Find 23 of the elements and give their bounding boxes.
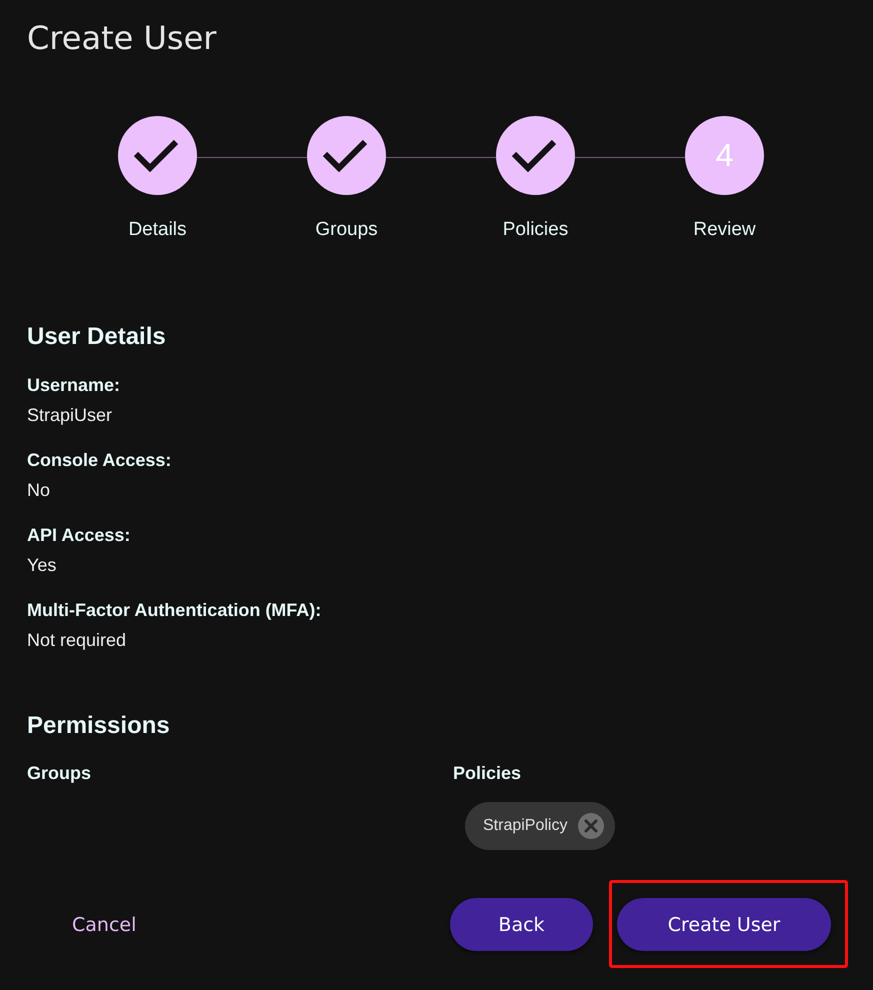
step-number: 4 [685, 116, 764, 195]
field-value: No [27, 479, 50, 502]
cancel-button[interactable]: Cancel [52, 898, 156, 951]
back-button[interactable]: Back [450, 898, 593, 951]
step-label: Groups [315, 218, 378, 242]
field-label: Username: [27, 374, 120, 397]
field-label: Multi-Factor Authentication (MFA): [27, 599, 322, 622]
section-heading: User Details [27, 322, 167, 352]
step-label: Policies [502, 218, 568, 242]
section-heading: Permissions [27, 711, 171, 741]
field-value: StrapiUser [27, 404, 112, 427]
column-heading: Groups [27, 762, 92, 785]
field-value: Yes [27, 554, 56, 577]
step-label: Details [128, 218, 187, 242]
step-label: Review [693, 218, 756, 242]
field-label: API Access: [27, 524, 130, 547]
page-title: Create User [27, 18, 218, 59]
create-user-button[interactable]: Create User [617, 898, 831, 951]
chip-label: StrapiPolicy [483, 817, 568, 835]
close-icon[interactable] [578, 813, 604, 839]
field-value: Not required [27, 629, 126, 652]
field-label: Console Access: [27, 449, 172, 472]
column-heading: Policies [453, 762, 522, 785]
